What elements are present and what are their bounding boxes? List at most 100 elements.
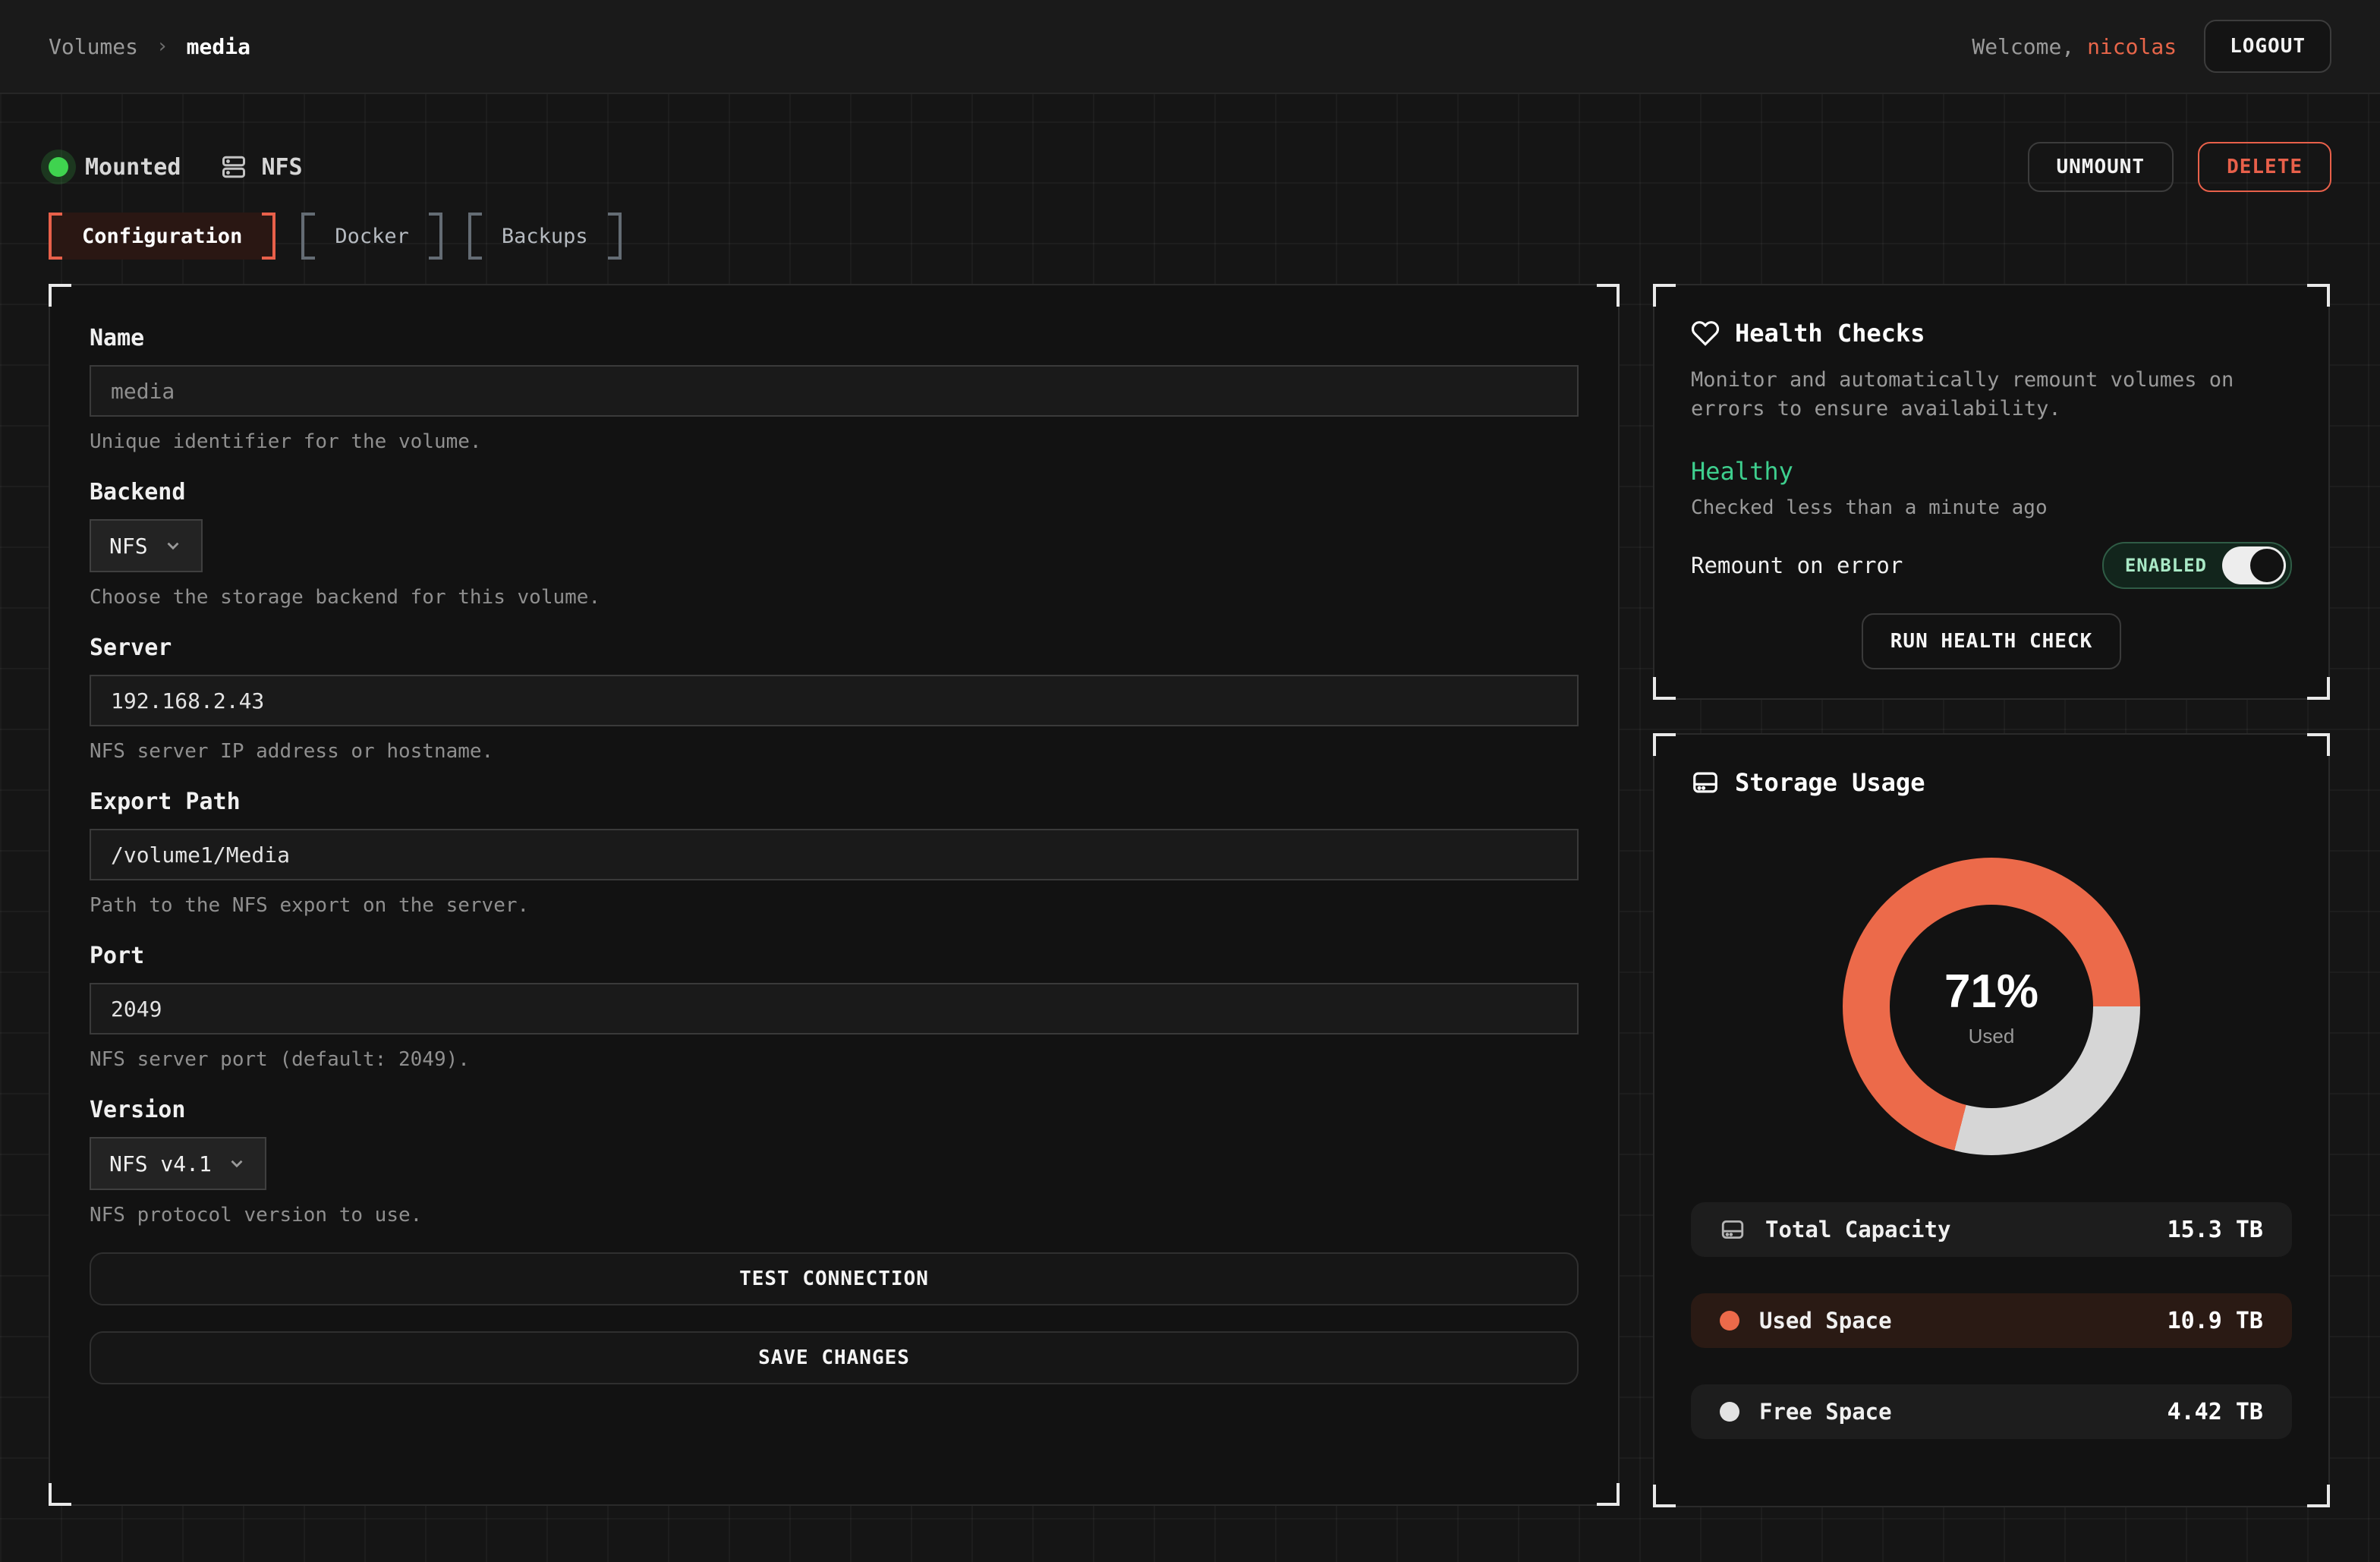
export-path-help: Path to the NFS export on the server. <box>90 894 1579 917</box>
delete-button[interactable]: DELETE <box>2198 142 2331 192</box>
corner-bracket-icon <box>2307 677 2330 700</box>
username: nicolas <box>2087 34 2177 59</box>
status-row: Mounted NFS UNMOUNT DELET <box>49 144 2331 190</box>
tab-backups-label: Backups <box>502 225 588 248</box>
server-help: NFS server IP address or hostname. <box>90 740 1579 763</box>
port-input[interactable] <box>90 983 1579 1035</box>
free-space-label: Free Space <box>1759 1399 1892 1425</box>
server-input[interactable] <box>90 675 1579 726</box>
remount-on-error-row: Remount on error ENABLED <box>1691 542 2292 589</box>
drive-icon <box>1691 768 1720 797</box>
backend-select-value: NFS <box>109 534 148 559</box>
welcome-text: Welcome, nicolas <box>1972 34 2177 59</box>
free-space-dot-icon <box>1720 1402 1739 1422</box>
chevron-down-icon <box>163 536 183 556</box>
bracket-icon <box>301 213 315 260</box>
chevron-down-icon <box>227 1154 247 1173</box>
port-label: Port <box>90 943 1579 969</box>
corner-bracket-icon <box>1597 284 1620 307</box>
used-percent-label: 71% <box>1944 965 2038 1019</box>
run-health-check-button[interactable]: RUN HEALTH CHECK <box>1862 613 2121 669</box>
bracket-icon <box>608 213 622 260</box>
used-space-value: 10.9 TB <box>2168 1308 2263 1334</box>
remount-on-error-label: Remount on error <box>1691 553 1903 578</box>
corner-bracket-icon <box>2307 1485 2330 1507</box>
bracket-icon <box>468 213 482 260</box>
unmount-button[interactable]: UNMOUNT <box>2028 142 2174 192</box>
corner-bracket-icon <box>1653 677 1676 700</box>
corner-bracket-icon <box>2307 733 2330 756</box>
name-field-group: Name Unique identifier for the volume. <box>90 325 1579 453</box>
tab-configuration-label: Configuration <box>82 225 242 248</box>
corner-bracket-icon <box>2307 284 2330 307</box>
free-space-row: Free Space 4.42 TB <box>1691 1384 2292 1439</box>
test-connection-button[interactable]: TEST CONNECTION <box>90 1252 1579 1305</box>
backend-label: Backend <box>90 479 1579 505</box>
name-help: Unique identifier for the volume. <box>90 430 1579 453</box>
storage-usage-card: Storage Usage 71% Used <box>1653 733 2330 1507</box>
toggle-switch-icon <box>2222 546 2286 584</box>
server-icon <box>220 153 247 181</box>
server-field-group: Server NFS server IP address or hostname… <box>90 635 1579 763</box>
heart-icon <box>1691 319 1720 348</box>
version-help: NFS protocol version to use. <box>90 1204 1579 1227</box>
health-checks-card: Health Checks Monitor and automatically … <box>1653 284 2330 700</box>
tab-backups[interactable]: Backups <box>468 213 622 260</box>
tab-configuration[interactable]: Configuration <box>49 213 275 260</box>
logout-button[interactable]: LOGOUT <box>2204 20 2331 73</box>
mount-status: Mounted <box>49 154 181 181</box>
health-checks-title-row: Health Checks <box>1691 319 2292 348</box>
topbar: Volumes › media Welcome, nicolas LOGOUT <box>0 0 2380 94</box>
server-label: Server <box>90 635 1579 661</box>
mounted-status-dot <box>49 157 68 177</box>
bracket-icon <box>49 213 62 260</box>
export-path-input[interactable] <box>90 829 1579 880</box>
breadcrumb-volumes-link[interactable]: Volumes <box>49 34 138 59</box>
total-capacity-label: Total Capacity <box>1765 1217 1950 1242</box>
corner-bracket-icon <box>49 1483 71 1506</box>
bracket-icon <box>429 213 442 260</box>
corner-bracket-icon <box>1653 1485 1676 1507</box>
total-capacity-row: Total Capacity 15.3 TB <box>1691 1202 2292 1257</box>
export-path-label: Export Path <box>90 789 1579 815</box>
version-select[interactable]: NFS v4.1 <box>90 1137 266 1190</box>
volume-detail-page: Volumes › media Welcome, nicolas LOGOUT … <box>0 0 2380 1562</box>
storage-donut-center: 71% Used <box>1890 905 2093 1108</box>
corner-bracket-icon <box>1597 1483 1620 1506</box>
port-help: NFS server port (default: 2049). <box>90 1048 1579 1071</box>
used-space-row: Used Space 10.9 TB <box>1691 1293 2292 1348</box>
name-label: Name <box>90 325 1579 351</box>
version-field-group: Version NFS v4.1 NFS protocol version to… <box>90 1097 1579 1227</box>
mount-status-label: Mounted <box>85 154 181 181</box>
breadcrumb-separator-icon: › <box>156 35 168 58</box>
welcome-prefix: Welcome, <box>1972 34 2087 59</box>
save-changes-button[interactable]: SAVE CHANGES <box>90 1331 1579 1384</box>
port-field-group: Port NFS server port (default: 2049). <box>90 943 1579 1071</box>
version-label: Version <box>90 1097 1579 1123</box>
backend-select[interactable]: NFS <box>90 519 203 572</box>
corner-bracket-icon <box>1653 284 1676 307</box>
corner-bracket-icon <box>1653 733 1676 756</box>
remount-toggle[interactable]: ENABLED <box>2102 542 2292 589</box>
corner-bracket-icon <box>49 284 71 307</box>
total-capacity-value: 15.3 TB <box>2168 1217 2263 1243</box>
backend-field-group: Backend NFS Choose the storage backend f… <box>90 479 1579 609</box>
storage-usage-title-row: Storage Usage <box>1691 768 2292 797</box>
health-last-checked: Checked less than a minute ago <box>1691 496 2292 519</box>
health-checks-title: Health Checks <box>1735 319 1925 348</box>
backend-help: Choose the storage backend for this volu… <box>90 586 1579 609</box>
bracket-icon <box>262 213 275 260</box>
storage-legend: Total Capacity 15.3 TB Used Space 10.9 T… <box>1691 1202 2292 1439</box>
remount-toggle-label: ENABLED <box>2125 555 2207 576</box>
breadcrumb: Volumes › media <box>49 34 250 59</box>
storage-donut-chart: 71% Used <box>1843 858 2140 1155</box>
health-status-text: Healthy <box>1691 457 2292 486</box>
tabs: Configuration Docker Backups <box>49 213 2331 260</box>
health-checks-description: Monitor and automatically remount volume… <box>1691 366 2292 424</box>
tab-docker[interactable]: Docker <box>301 213 442 260</box>
backend-badge: NFS <box>220 153 302 181</box>
used-sublabel: Used <box>1969 1025 2015 1048</box>
used-space-label: Used Space <box>1759 1308 1892 1334</box>
name-input[interactable] <box>90 365 1579 417</box>
topbar-right: Welcome, nicolas LOGOUT <box>1972 20 2331 73</box>
